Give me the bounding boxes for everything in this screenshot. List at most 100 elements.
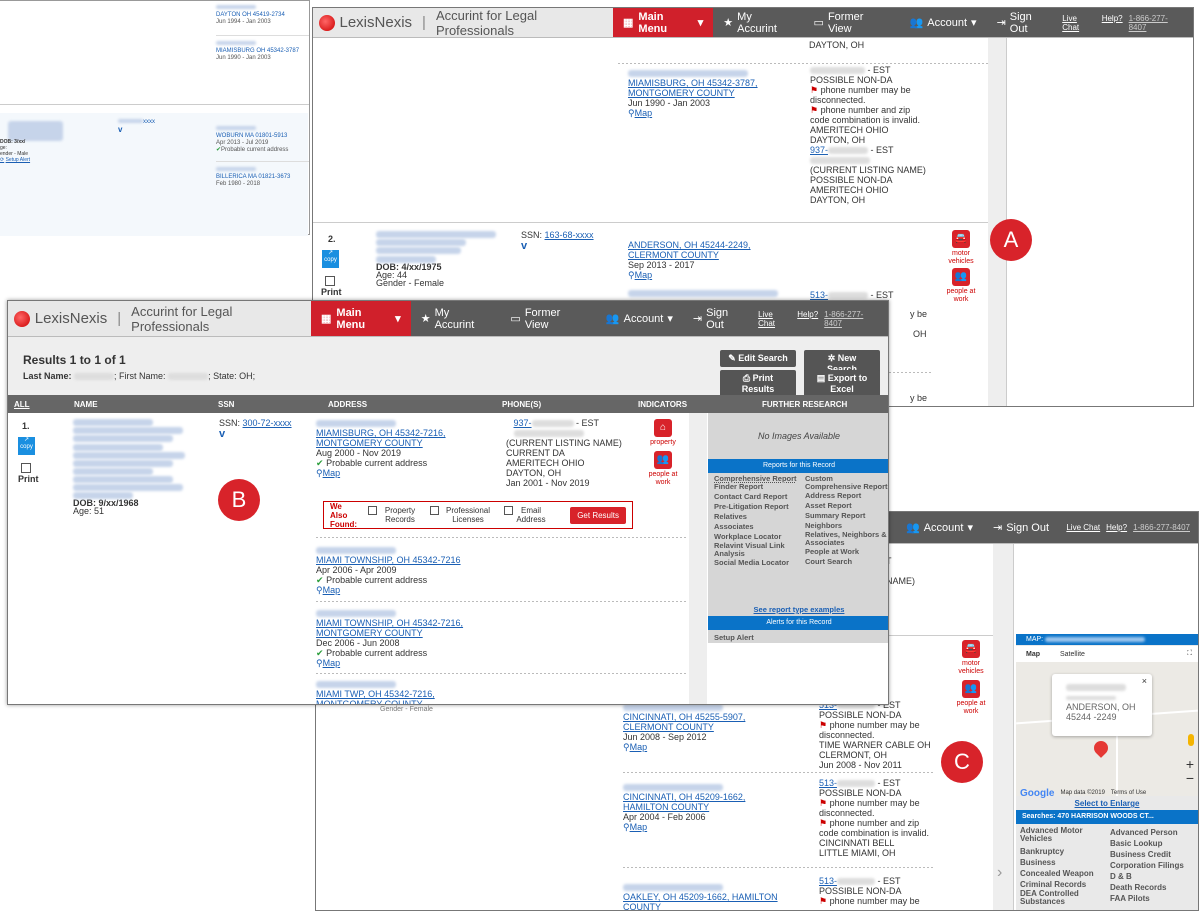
my-accurint-button[interactable]: ★ My Accurint: [713, 11, 803, 35]
address-link[interactable]: CINCINNATI, OH 45255-5907, CLERMONT COUN…: [623, 712, 745, 732]
search-item[interactable]: Advanced Person: [1110, 827, 1198, 838]
search-item[interactable]: Business: [1020, 857, 1106, 868]
search-item[interactable]: Death Records: [1110, 882, 1198, 893]
map-link[interactable]: Map: [323, 585, 341, 595]
flag-icon: ⚑: [810, 85, 819, 95]
ssn-link[interactable]: 163-68-xxxx: [545, 230, 594, 240]
map-link[interactable]: Map: [630, 822, 648, 832]
report-link[interactable]: Relatives: [714, 512, 800, 522]
people-at-work-indicator[interactable]: 👥 people at work: [648, 451, 678, 487]
pegman-icon[interactable]: [1188, 734, 1194, 746]
ssn-link[interactable]: 300-72-xxxx: [243, 418, 292, 428]
my-accurint-button[interactable]: ★ My Accurint: [411, 307, 501, 331]
address-link[interactable]: MIAMISBURG, OH 45342-3787, MONTGOMERY CO…: [628, 78, 758, 98]
property-records-checkbox[interactable]: Property Records: [368, 506, 420, 524]
map-link[interactable]: Map: [323, 468, 341, 478]
phone-link[interactable]: 1-866-277-8407: [1133, 523, 1190, 532]
tab-map[interactable]: Map: [1016, 651, 1050, 658]
enlarge-link[interactable]: Select to Enlarge: [1016, 799, 1198, 808]
address-link[interactable]: MIAMI TWP, OH 45342-7216, MONTGOMERY COU…: [316, 689, 435, 704]
close-icon[interactable]: ×: [1142, 676, 1147, 686]
map-link[interactable]: Map: [630, 742, 648, 752]
get-results-button[interactable]: Get Results: [570, 506, 626, 524]
main-menu-button[interactable]: ▦ Main Menu ▾: [613, 8, 714, 37]
address-link[interactable]: CINCINNATI, OH 45209-1662, HAMILTON COUN…: [623, 792, 745, 812]
phone-link[interactable]: 1-866-277-8407: [824, 310, 880, 328]
search-item[interactable]: Basic Lookup: [1110, 838, 1198, 849]
report-link[interactable]: Associates: [714, 522, 800, 532]
main-menu-button[interactable]: ▦ Main Menu ▾: [311, 301, 411, 336]
zoom-out-icon[interactable]: −: [1186, 770, 1194, 786]
report-link[interactable]: Finder Report: [714, 482, 800, 492]
report-link[interactable]: Comprehensive Report: [714, 475, 800, 483]
motor-vehicles-indicator[interactable]: 🚘 motor vehicles: [953, 640, 989, 676]
tab-satellite[interactable]: Satellite: [1050, 651, 1095, 658]
search-item[interactable]: Concealed Weapon: [1020, 868, 1106, 879]
search-item[interactable]: D & B: [1110, 871, 1198, 882]
motor-vehicles-indicator[interactable]: 🚘 motor vehicles: [946, 230, 976, 266]
live-chat-link[interactable]: Live Chat: [1062, 14, 1095, 32]
report-link[interactable]: Social Media Locator: [714, 558, 800, 568]
account-button[interactable]: 👥 Account ▾: [596, 312, 683, 326]
sign-out-button[interactable]: ⇥ Sign Out: [683, 307, 758, 331]
help-link[interactable]: Help?: [1102, 14, 1123, 32]
report-link[interactable]: Asset Report: [805, 501, 888, 511]
email-address-checkbox[interactable]: Email Address: [504, 506, 546, 524]
search-item[interactable]: Advanced Motor Vehicles: [1020, 827, 1106, 843]
col-all[interactable]: ALL: [14, 400, 30, 409]
search-item[interactable]: FAA Pilots: [1110, 893, 1198, 904]
report-link[interactable]: Relatives, Neighbors & Associates: [805, 531, 888, 547]
print-checkbox[interactable]: [21, 463, 31, 473]
sign-out-button[interactable]: ⇥ Sign Out: [987, 11, 1063, 35]
report-link[interactable]: Contact Card Report: [714, 492, 800, 502]
search-item[interactable]: Bankruptcy: [1020, 846, 1106, 857]
live-chat-link[interactable]: Live Chat: [1066, 523, 1100, 532]
people-at-work-indicator[interactable]: 👥 people at work: [946, 268, 976, 304]
search-item[interactable]: Corporation Filings: [1110, 860, 1198, 871]
edit-search-button[interactable]: ✎ Edit Search: [720, 350, 796, 367]
search-item[interactable]: Business Credit: [1110, 849, 1198, 860]
copy-button[interactable]: ↗ copy: [322, 250, 339, 268]
search-criteria: Last Name: ; First Name: ; State: OH;: [23, 371, 256, 381]
print-results-button[interactable]: ⎙ Print Results: [720, 370, 796, 397]
address-link[interactable]: MIAMISBURG, OH 45342-7216, MONTGOMERY CO…: [316, 428, 446, 448]
former-view-button[interactable]: ▭ Former View: [804, 11, 900, 35]
map-marker-icon[interactable]: [1091, 738, 1111, 758]
phone-link[interactable]: 1-866-277-8407: [1129, 14, 1185, 32]
report-link[interactable]: Pre-Litigation Report: [714, 502, 800, 512]
address-link[interactable]: ANDERSON, OH 45244-2249, CLERMONT COUNTY: [628, 240, 751, 260]
setup-alert-link[interactable]: Setup Alert: [714, 633, 754, 642]
help-link[interactable]: Help?: [797, 310, 818, 328]
professional-licenses-checkbox[interactable]: Professional Licenses: [430, 506, 494, 524]
search-item[interactable]: DEA Controlled Substances: [1020, 890, 1106, 906]
live-chat-link[interactable]: Live Chat: [758, 310, 791, 328]
further-research-panel: No Images Available Reports for this Rec…: [708, 413, 888, 643]
account-button[interactable]: 👥 Account ▾: [900, 16, 987, 30]
property-indicator[interactable]: ⌂ property: [648, 419, 678, 447]
copy-button[interactable]: ↗ copy: [18, 437, 35, 455]
report-link[interactable]: Relavint Visual Link Analysis: [714, 542, 800, 558]
address-link[interactable]: MIAMI TOWNSHIP, OH 45342-7216: [316, 555, 461, 565]
badge-b: B: [218, 479, 260, 521]
map-link[interactable]: Map: [323, 658, 341, 668]
address-link[interactable]: MIAMI TOWNSHIP, OH 45342-7216, MONTGOMER…: [316, 618, 463, 638]
map-link[interactable]: Map: [635, 108, 653, 118]
address-link[interactable]: OAKLEY, OH 45209-1662, HAMILTON COUNTY: [623, 892, 778, 910]
former-view-button[interactable]: ▭ Former View: [500, 307, 595, 331]
report-link[interactable]: People at Work: [805, 547, 888, 557]
map-area[interactable]: Map Satellite ⛶ × ANDERSON, OH 45244 -224…: [1016, 646, 1198, 796]
report-link[interactable]: Summary Report: [805, 511, 888, 521]
help-link[interactable]: Help?: [1106, 523, 1127, 532]
fullscreen-icon[interactable]: ⛶: [1187, 650, 1198, 658]
export-excel-button[interactable]: ▤ Export to Excel: [804, 370, 880, 397]
report-link[interactable]: Court Search: [805, 557, 888, 567]
scroll-right-icon[interactable]: ›: [997, 864, 1002, 882]
report-link[interactable]: Custom Comprehensive Report: [805, 475, 888, 491]
report-link[interactable]: Address Report: [805, 491, 888, 501]
print-checkbox[interactable]: [325, 276, 335, 286]
people-at-work-indicator[interactable]: 👥 people at work: [953, 680, 989, 716]
sign-out-button[interactable]: ⇥ Sign Out: [983, 521, 1059, 535]
map-link[interactable]: Map: [635, 270, 653, 280]
account-button[interactable]: 👥 Account ▾: [896, 521, 983, 535]
report-examples-link[interactable]: See report type examples: [708, 605, 888, 614]
